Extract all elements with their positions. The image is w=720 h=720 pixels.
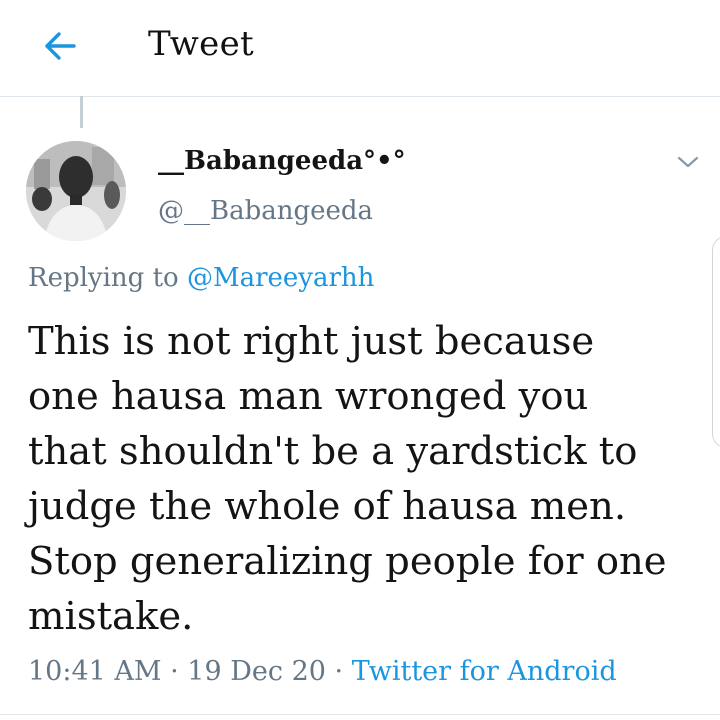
avatar[interactable] [26, 141, 126, 241]
replying-prefix: Replying to [28, 263, 187, 293]
tweet-menu-button[interactable] [672, 146, 704, 178]
meta-separator: · [325, 656, 352, 687]
replying-to: Replying to @Mareeyarhh [28, 263, 374, 293]
meta-separator: · [161, 656, 188, 687]
thread-connector-line [80, 96, 83, 128]
tweet-date: 19 Dec 20 [187, 656, 326, 687]
author-display-name[interactable]: __Babangeeda°•° [158, 146, 406, 176]
app-header: Tweet [0, 0, 720, 97]
arrow-left-icon [45, 32, 76, 60]
page-title: Tweet [148, 24, 254, 64]
author-handle[interactable]: @__Babangeeda [158, 196, 373, 226]
screen-edge-tab [712, 236, 720, 448]
tweet-time: 10:41 AM [28, 656, 162, 687]
reply-mention-link[interactable]: @Mareeyarhh [187, 263, 374, 293]
tweet-source-link[interactable]: Twitter for Android [352, 656, 617, 687]
tweet-metadata: 10:41 AM · 19 Dec 20 · Twitter for Andro… [28, 656, 617, 687]
divider [0, 714, 720, 715]
profile-photo [26, 141, 126, 241]
chevron-down-icon [677, 156, 699, 168]
tweet-text: This is not right just because one hausa… [28, 319, 667, 639]
back-button[interactable] [36, 22, 84, 70]
